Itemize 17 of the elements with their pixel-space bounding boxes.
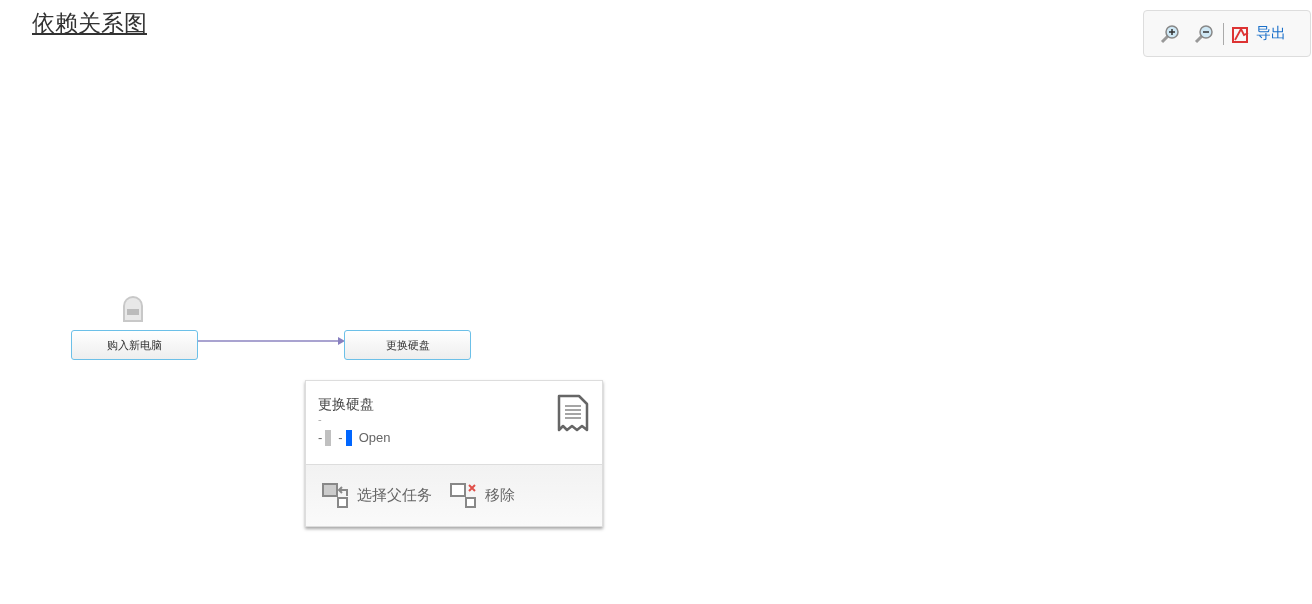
- dash-text: -: [338, 429, 343, 447]
- squares-cross-icon: [450, 482, 477, 509]
- remove-button[interactable]: 移除: [450, 482, 515, 509]
- link-squares-icon: [322, 482, 349, 509]
- page-title: 依赖关系图: [32, 12, 147, 35]
- dash-text: -: [318, 429, 323, 447]
- task-node[interactable]: 购入新电脑: [71, 330, 198, 360]
- document-icon: [557, 394, 589, 432]
- zoom-in-icon[interactable]: [1159, 22, 1181, 45]
- task-node[interactable]: 更换硬盘: [344, 330, 471, 360]
- select-parent-button[interactable]: 选择父任务: [322, 482, 432, 509]
- popup-title: 更换硬盘: [318, 395, 375, 413]
- export-button[interactable]: 导出: [1232, 22, 1286, 45]
- popup-subtitle: -: [318, 413, 322, 426]
- zoom-out-icon[interactable]: [1193, 22, 1215, 45]
- export-icon: [1232, 24, 1250, 43]
- status-text: Open: [358, 429, 391, 447]
